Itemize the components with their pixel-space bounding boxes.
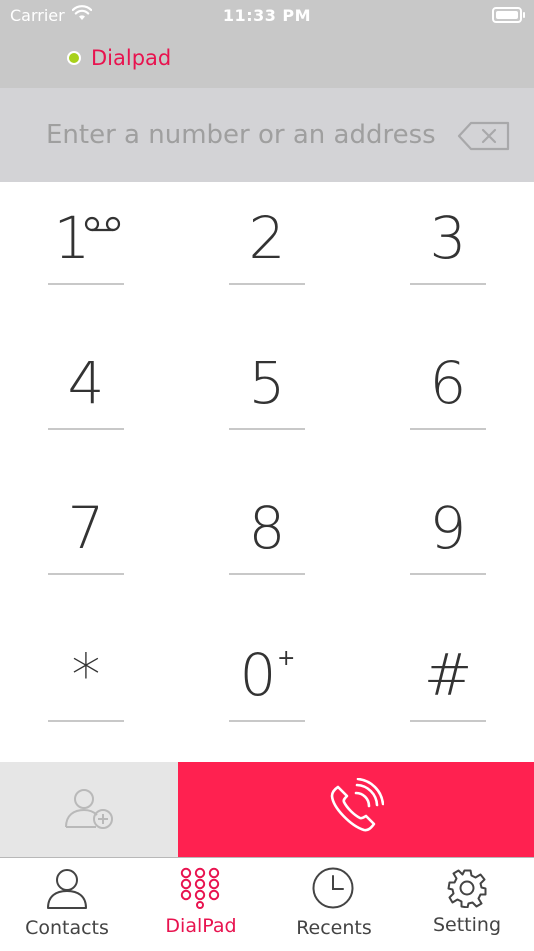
key-digit: 4 [67,349,105,417]
key-digit: * [71,641,101,709]
key-underline [410,428,486,430]
key-0[interactable]: 0 + [229,622,305,722]
tab-setting[interactable]: Setting [400,858,534,951]
tab-label: DialPad [165,915,237,937]
tab-label: Contacts [25,917,109,939]
phone-call-icon [330,778,384,832]
key-4[interactable]: 4 [48,330,124,430]
key-star[interactable]: * [48,622,124,722]
tab-label: Recents [296,917,372,939]
status-label: Dialpad [91,46,172,70]
key-underline [48,720,124,722]
tab-contacts[interactable]: Contacts [0,858,134,951]
key-digit: 2 [248,204,286,272]
dialpad-grid-icon [180,867,220,909]
key-digit: # [423,641,473,709]
key-hash[interactable]: # [410,622,486,722]
key-6[interactable]: 6 [410,330,486,430]
key-underline [410,283,486,285]
status-bar: Carrier 11:33 PM [0,0,534,30]
key-3[interactable]: 3 [410,185,486,285]
key-7[interactable]: 7 [48,475,124,575]
tab-recents[interactable]: Recents [268,858,400,951]
key-underline [48,573,124,575]
key-plus-label: + [277,646,296,671]
battery-icon [492,7,525,23]
key-5[interactable]: 5 [229,330,305,430]
key-8[interactable]: 8 [229,475,305,575]
key-1[interactable]: 1 [48,185,124,285]
key-2[interactable]: 2 [229,185,305,285]
key-underline [229,283,305,285]
status-dot-icon [67,51,81,65]
header: Carrier 11:33 PM Dialpad [0,0,534,88]
tab-label: Setting [432,914,502,936]
key-digit: 8 [248,494,286,562]
gear-icon [447,869,487,908]
clock-icon [312,867,354,909]
key-underline [48,283,124,285]
key-digit: 3 [429,204,467,272]
add-contact-icon [65,789,113,829]
backspace-icon[interactable] [457,121,511,151]
tab-dialpad[interactable]: DialPad [134,858,268,951]
connection-status: Dialpad [67,46,171,70]
key-digit: 7 [67,494,105,562]
key-digit: 9 [429,494,467,562]
key-underline [229,573,305,575]
key-underline [48,428,124,430]
key-9[interactable]: 9 [410,475,486,575]
key-digit: 5 [248,349,286,417]
key-digit: 6 [429,349,467,417]
key-underline [410,720,486,722]
key-underline [229,428,305,430]
number-input[interactable] [44,114,438,156]
person-icon [47,869,87,909]
clock: 11:33 PM [222,6,312,25]
key-underline [410,573,486,575]
tab-bar: Contacts DialPad Recents Setting [0,857,534,951]
voicemail-icon [84,216,121,232]
key-underline [229,720,305,722]
number-entry-area [0,88,534,182]
